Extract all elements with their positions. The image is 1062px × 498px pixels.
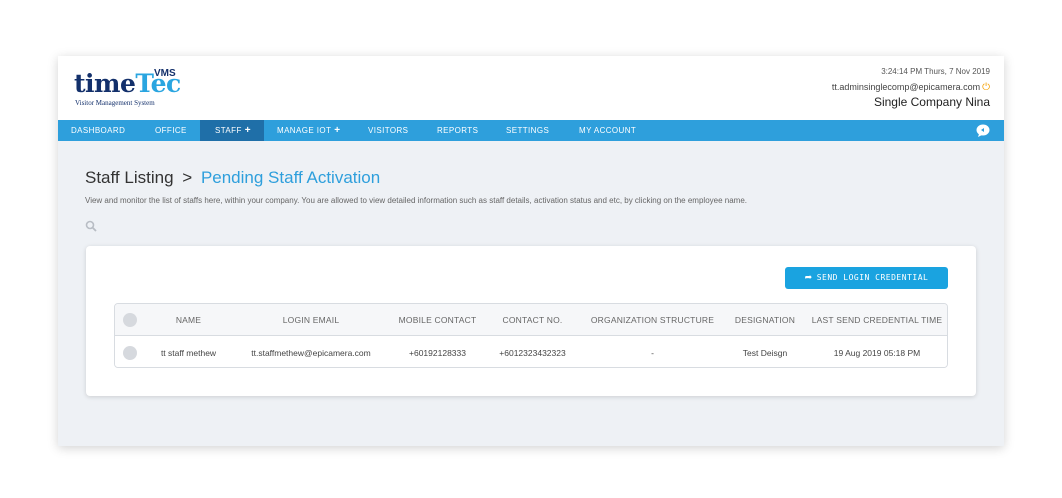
row-checkbox[interactable] xyxy=(115,336,145,367)
header-email: tt.adminsinglecomp@epicamera.com xyxy=(831,82,981,92)
header: timeTec VMS Visitor Management System 3:… xyxy=(58,56,1004,120)
select-all-checkbox[interactable] xyxy=(115,304,145,335)
cell-last-send-credential-time: 19 Aug 2019 05:18 PM xyxy=(833,347,921,358)
main-nav: DASHBOARD OFFICE STAFF + MANAGE IOT + VISI… xyxy=(58,120,1004,141)
breadcrumb-current: Pending Staff Activation xyxy=(200,168,381,187)
column-header-login-email[interactable]: LOGIN EMAIL xyxy=(232,304,390,335)
nav-reports[interactable]: REPORTS xyxy=(424,120,496,141)
cell-contact-no: +6012323432323 xyxy=(499,347,566,358)
page-description: View and monitor the list of staffs here… xyxy=(85,196,747,205)
staff-card: ➦ SEND LOGIN CREDENTIAL NAME LOGIN EMAIL … xyxy=(86,246,976,396)
search-icon[interactable] xyxy=(85,220,97,232)
nav-settings[interactable]: SETTINGS xyxy=(496,120,568,141)
cell-designation: Test Deisgn xyxy=(742,347,788,358)
timetec-logo[interactable]: timeTec VMS Visitor Management System xyxy=(74,66,224,114)
power-icon[interactable]: ⏻ xyxy=(982,82,990,93)
column-header-name[interactable]: NAME xyxy=(145,304,232,335)
column-header-mobile-contact[interactable]: MOBILE CONTACT xyxy=(390,304,485,335)
cell-mobile-contact: +60192128333 xyxy=(409,347,466,358)
staff-table: NAME LOGIN EMAIL MOBILE CONTACT CONTACT … xyxy=(114,303,948,368)
logo-subtitle: Visitor Management System xyxy=(75,99,155,107)
app-window: timeTec VMS Visitor Management System 3:… xyxy=(58,56,1004,446)
header-user-info: 3:24:14 PM Thurs, 7 Nov 2019 tt.adminsin… xyxy=(832,67,990,109)
plus-icon: + xyxy=(334,125,341,136)
column-header-last-send-credential-time[interactable]: LAST SEND CREDENTIAL TIME xyxy=(805,304,947,335)
chat-icon[interactable] xyxy=(976,124,990,137)
nav-office[interactable]: OFFICE xyxy=(140,120,200,141)
radio-icon xyxy=(123,345,137,360)
cell-login-email: tt.staffmethew@epicamera.com xyxy=(251,347,371,358)
nav-dashboard[interactable]: DASHBOARD xyxy=(58,120,140,141)
breadcrumb: Staff Listing > Pending Staff Activation xyxy=(85,168,380,188)
logo-vms: VMS xyxy=(154,68,176,79)
column-header-designation[interactable]: DESIGNATION xyxy=(725,304,805,335)
nav-my-account[interactable]: MY ACCOUNT xyxy=(568,120,658,141)
column-header-contact-no[interactable]: CONTACT NO. xyxy=(485,304,580,335)
cell-organization-structure: - xyxy=(651,347,654,358)
cell-name[interactable]: tt staff methew xyxy=(145,336,232,367)
radio-icon xyxy=(123,312,137,327)
nav-staff[interactable]: STAFF + xyxy=(200,120,264,141)
header-datetime: 3:24:14 PM Thurs, 7 Nov 2019 xyxy=(881,67,990,76)
send-login-credential-button[interactable]: ➦ SEND LOGIN CREDENTIAL xyxy=(785,267,948,289)
header-user-name: Single Company Nina xyxy=(873,95,990,109)
column-header-organization-structure[interactable]: ORGANIZATION STRUCTURE xyxy=(580,304,725,335)
nav-visitors[interactable]: VISITORS xyxy=(354,120,424,141)
breadcrumb-parent[interactable]: Staff Listing xyxy=(85,168,174,187)
nav-manage-iot[interactable]: MANAGE IOT + xyxy=(264,120,354,141)
chevron-right-icon: > xyxy=(182,168,193,187)
table-header: NAME LOGIN EMAIL MOBILE CONTACT CONTACT … xyxy=(115,304,947,336)
share-icon: ➦ xyxy=(804,273,813,283)
plus-icon: + xyxy=(244,125,251,136)
table-row[interactable]: tt staff methew tt.staffmethew@epicamera… xyxy=(115,336,947,367)
header-email-row: tt.adminsinglecomp@epicamera.com ⏻ xyxy=(832,80,990,95)
